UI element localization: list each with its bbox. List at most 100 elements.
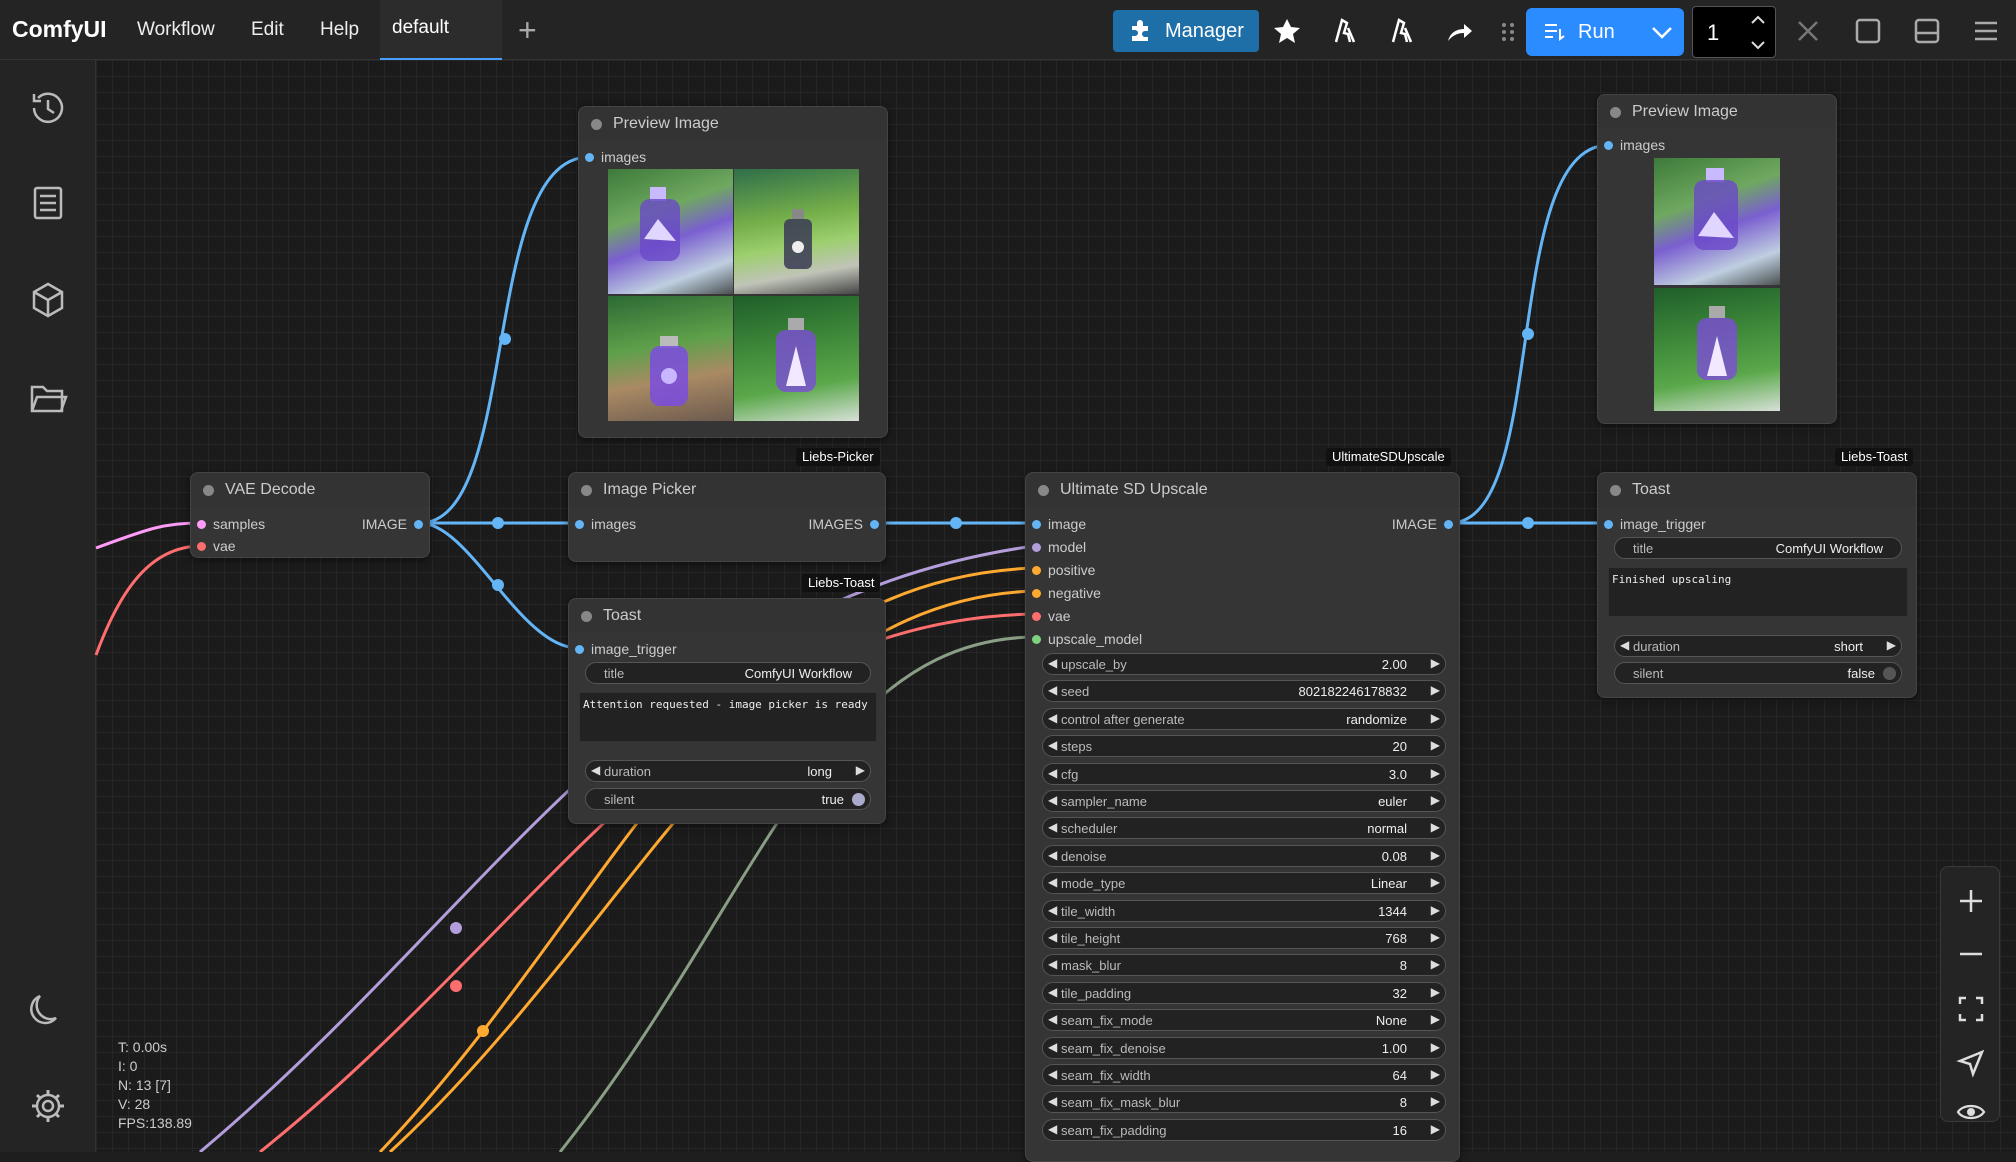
- widget-seam-fix-padding[interactable]: ◀ seam_fix_padding 16 ▶: [1042, 1118, 1446, 1141]
- node-title-bar[interactable]: Toast: [569, 599, 885, 633]
- locate-icon[interactable]: [1955, 1047, 1987, 1079]
- drag-handle-icon[interactable]: [1498, 14, 1518, 48]
- node-ultimate-sd-upscale[interactable]: Ultimate SD Upscale image model positive…: [1025, 472, 1460, 1162]
- decrement-arrow[interactable]: ◀: [1048, 1040, 1057, 1054]
- increment-arrow[interactable]: ▶: [1431, 957, 1440, 971]
- decrement-arrow[interactable]: ◀: [1048, 820, 1057, 834]
- decrement-arrow[interactable]: ◀: [591, 763, 600, 777]
- increment-arrow[interactable]: ▶: [1431, 820, 1440, 834]
- input-slot-images[interactable]: [585, 153, 594, 162]
- node-title-bar[interactable]: Image Picker: [569, 473, 885, 507]
- input-slot-images[interactable]: [575, 520, 584, 529]
- run-button[interactable]: Run: [1526, 8, 1656, 56]
- message-textarea[interactable]: Attention requested - image picker is re…: [579, 692, 877, 742]
- widget-mode-type[interactable]: ◀ mode_type Linear ▶: [1042, 872, 1446, 895]
- increment-arrow[interactable]: ▶: [1431, 1067, 1440, 1081]
- input-slot-images[interactable]: [1604, 141, 1613, 150]
- message-textarea[interactable]: Finished upscaling: [1608, 567, 1908, 617]
- widget-cfg[interactable]: ◀ cfg 3.0 ▶: [1042, 762, 1446, 785]
- widget-scheduler[interactable]: ◀ scheduler normal ▶: [1042, 817, 1446, 840]
- widget-tile-width[interactable]: ◀ tile_width 1344 ▶: [1042, 899, 1446, 922]
- widget-denoise[interactable]: ◀ denoise 0.08 ▶: [1042, 844, 1446, 867]
- decrement-arrow[interactable]: ◀: [1048, 985, 1057, 999]
- run-options-dropdown[interactable]: [1640, 8, 1684, 56]
- input-slot-upscale-model[interactable]: [1032, 635, 1041, 644]
- widget-seed[interactable]: ◀ seed 802182246178832 ▶: [1042, 680, 1446, 703]
- input-slot-samples[interactable]: [197, 520, 206, 529]
- input-slot-model[interactable]: [1032, 543, 1041, 552]
- zoom-in-icon[interactable]: [1955, 885, 1987, 917]
- hamburger-icon[interactable]: [1968, 14, 2004, 48]
- increment-arrow[interactable]: ▶: [1431, 875, 1440, 889]
- menu-workflow[interactable]: Workflow: [137, 19, 215, 41]
- widget-seam-fix-mask-blur[interactable]: ◀ seam_fix_mask_blur 8 ▶: [1042, 1091, 1446, 1114]
- node-image-picker[interactable]: Image Picker images IMAGES: [568, 472, 886, 562]
- chevron-up-icon[interactable]: [1749, 13, 1767, 27]
- model-library-icon[interactable]: [26, 278, 70, 322]
- widget-tile-height[interactable]: ◀ tile_height 768 ▶: [1042, 927, 1446, 949]
- output-slot-image[interactable]: [1444, 520, 1453, 529]
- decrement-arrow[interactable]: ◀: [1048, 1122, 1057, 1136]
- comfy-logo-icon[interactable]: [1383, 14, 1419, 48]
- workflow-tab[interactable]: default: [380, 0, 502, 60]
- toggle-knob[interactable]: [852, 793, 865, 806]
- workflows-folder-icon[interactable]: [26, 375, 70, 419]
- widget-duration[interactable]: ◀ duration short ▶: [1614, 635, 1902, 657]
- decrement-arrow[interactable]: ◀: [1048, 848, 1057, 862]
- widget-title[interactable]: title ComfyUI Workflow: [585, 662, 871, 684]
- output-slot-images[interactable]: [870, 520, 879, 529]
- widget-duration[interactable]: ◀ duration long ▶: [585, 760, 871, 782]
- preview-thumbnail[interactable]: [1654, 288, 1780, 411]
- node-vae-decode[interactable]: VAE Decode samples vae IMAGE: [190, 472, 430, 558]
- preview-thumbnail[interactable]: [1654, 158, 1780, 285]
- increment-arrow[interactable]: ▶: [1431, 1122, 1440, 1136]
- node-collapse-dot[interactable]: [591, 119, 602, 130]
- widget-upscale-by[interactable]: ◀ upscale_by 2.00 ▶: [1042, 653, 1446, 675]
- increment-arrow[interactable]: ▶: [1431, 1094, 1440, 1108]
- eye-icon[interactable]: [1955, 1101, 1987, 1123]
- increment-arrow[interactable]: ▶: [1431, 683, 1440, 697]
- input-slot-image-trigger[interactable]: [1604, 520, 1613, 529]
- widget-seam-fix-mode[interactable]: ◀ seam_fix_mode None ▶: [1042, 1009, 1446, 1032]
- decrement-arrow[interactable]: ◀: [1048, 738, 1057, 752]
- decrement-arrow[interactable]: ◀: [1048, 766, 1057, 780]
- star-icon[interactable]: [1269, 14, 1305, 48]
- chevron-down-icon[interactable]: [1749, 38, 1767, 52]
- decrement-arrow[interactable]: ◀: [1048, 793, 1057, 807]
- node-toast[interactable]: Toast image_trigger title ComfyUI Workfl…: [568, 598, 886, 824]
- zoom-out-icon[interactable]: [1955, 938, 1987, 970]
- input-slot-vae[interactable]: [1032, 612, 1041, 621]
- widget-seam-fix-width[interactable]: ◀ seam_fix_width 64 ▶: [1042, 1064, 1446, 1086]
- settings-gear-icon[interactable]: [26, 1084, 70, 1128]
- increment-arrow[interactable]: ▶: [1431, 985, 1440, 999]
- comfy-logo-icon[interactable]: [1326, 14, 1362, 48]
- input-slot-image[interactable]: [1032, 520, 1041, 529]
- increment-arrow[interactable]: ▶: [1431, 848, 1440, 862]
- increment-arrow[interactable]: ▶: [1431, 656, 1440, 670]
- node-title-bar[interactable]: Toast: [1598, 473, 1916, 507]
- decrement-arrow[interactable]: ◀: [1048, 930, 1057, 944]
- close-icon[interactable]: [1790, 14, 1826, 48]
- widget-seam-fix-denoise[interactable]: ◀ seam_fix_denoise 1.00 ▶: [1042, 1036, 1446, 1059]
- preview-thumbnail[interactable]: [608, 169, 733, 294]
- widget-title[interactable]: title ComfyUI Workflow: [1614, 537, 1902, 559]
- decrement-arrow[interactable]: ◀: [1620, 638, 1629, 652]
- node-collapse-dot[interactable]: [1610, 485, 1621, 496]
- square-icon[interactable]: [1849, 14, 1885, 48]
- input-slot-positive[interactable]: [1032, 566, 1041, 575]
- batch-count-input[interactable]: 1: [1692, 6, 1776, 58]
- preview-thumbnail[interactable]: [734, 169, 859, 294]
- node-preview-image[interactable]: Preview Image images: [1597, 94, 1837, 424]
- decrement-arrow[interactable]: ◀: [1048, 1012, 1057, 1026]
- theme-moon-icon[interactable]: [26, 988, 70, 1032]
- history-icon[interactable]: [26, 86, 70, 130]
- widget-tile-padding[interactable]: ◀ tile_padding 32 ▶: [1042, 981, 1446, 1004]
- decrement-arrow[interactable]: ◀: [1048, 903, 1057, 917]
- node-title-bar[interactable]: Preview Image: [1598, 95, 1836, 129]
- preview-thumbnail[interactable]: [734, 296, 859, 421]
- increment-arrow[interactable]: ▶: [1431, 903, 1440, 917]
- increment-arrow[interactable]: ▶: [1887, 638, 1896, 652]
- preview-thumbnail[interactable]: [608, 296, 733, 421]
- node-collapse-dot[interactable]: [581, 485, 592, 496]
- node-toast[interactable]: Toast image_trigger title ComfyUI Workfl…: [1597, 472, 1917, 698]
